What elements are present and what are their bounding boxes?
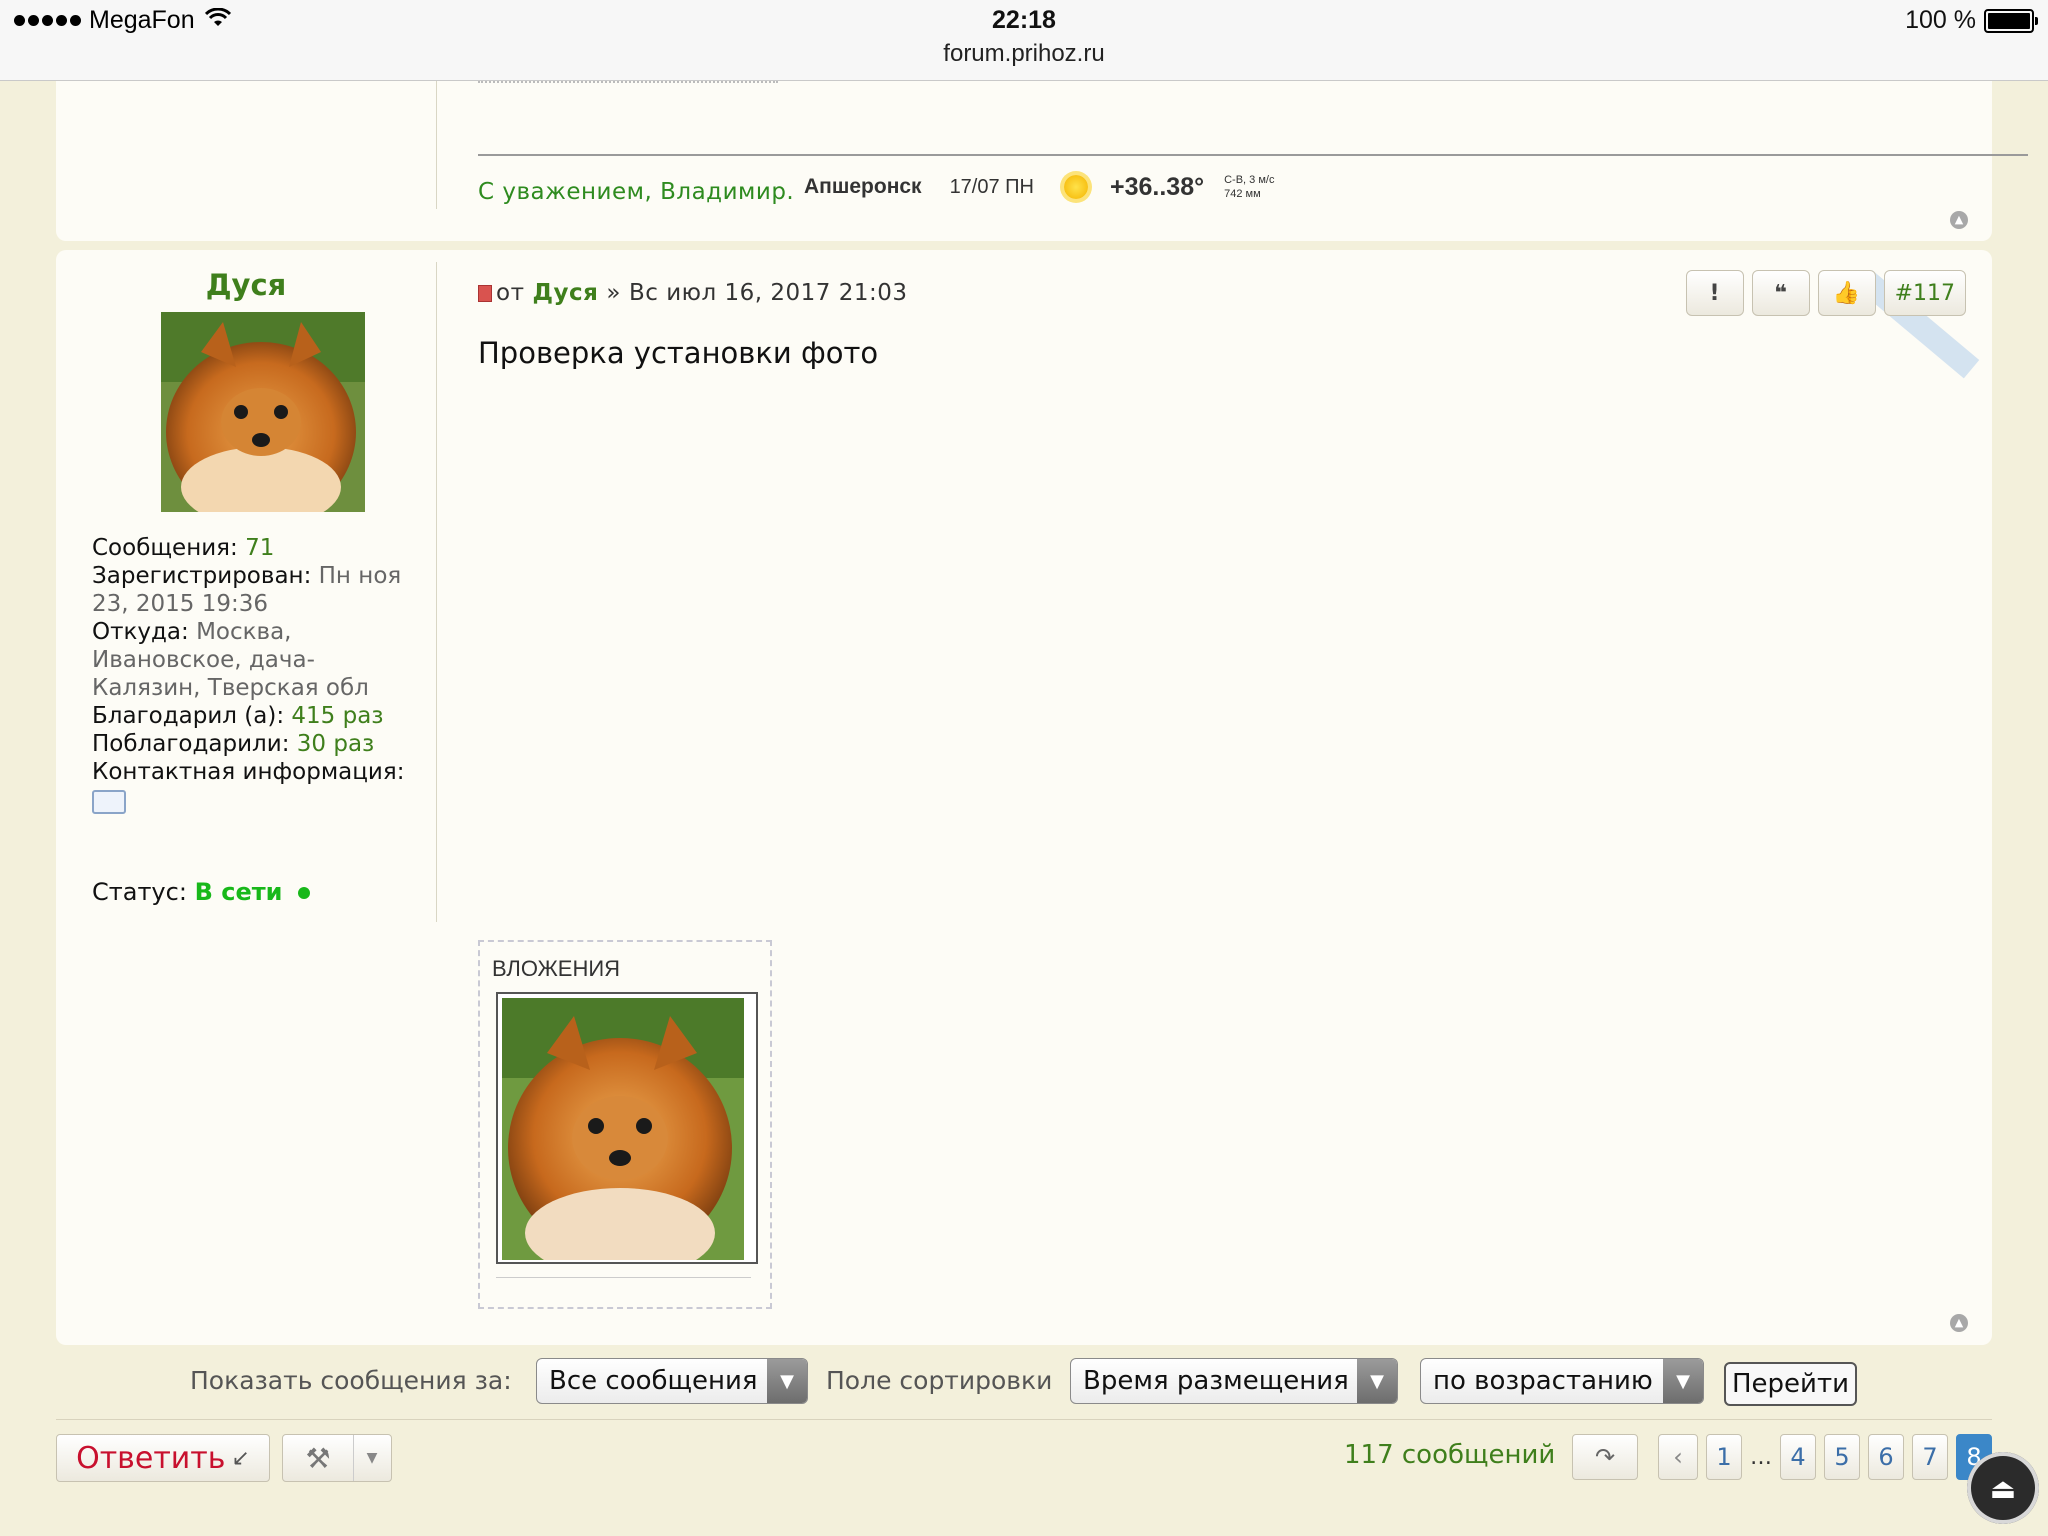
address-bar[interactable]: forum.prihoz.ru [0,40,2048,68]
message-count: 117 сообщений [1344,1440,1556,1470]
online-dot-icon [298,887,311,899]
go-button[interactable]: Перейти [1724,1362,1857,1406]
sun-icon [1064,175,1088,199]
clock: 22:18 [992,6,1056,34]
chevron-down-icon[interactable]: ▼ [353,1435,390,1481]
chevron-down-icon: ▼ [1357,1359,1397,1403]
jump-arrow-icon: ↷ [1594,1443,1616,1471]
reply-button-label: Ответить [76,1440,226,1476]
post-header: от Дуся » Вс июл 16, 2017 21:03 [478,280,908,306]
post-divider [436,81,437,209]
sort-select[interactable]: Время размещения ▼ [1070,1358,1398,1404]
post-buttons: ! ❝ 👍 #117 [1685,270,1966,316]
weather-date: 17/07 ПН [949,175,1034,198]
weather-temp: +36..38° [1110,172,1205,201]
attachments-rule [496,1277,751,1278]
post-author-link[interactable]: Дуся [532,280,598,306]
battery-icon [1984,8,2038,33]
was-thanked-label: Поблагодарили: [92,731,290,757]
was-thanked-value[interactable]: 30 раз [297,731,375,757]
thanked-value[interactable]: 415 раз [291,703,383,729]
post-from: от [496,280,525,306]
signature-dots [478,81,778,89]
post-117: Дуся Сообщения: 71 Зарегистрирован: Пн н… [56,250,1992,1345]
back-to-top-icon[interactable]: ▲ [1950,211,1968,229]
profile-messages: Сообщения: 71 [92,534,422,562]
reply-arrow-icon: ↙ [231,1445,250,1471]
show-select-value: Все сообщения [549,1366,758,1396]
weather-wind: С-В, 3 м/с [1224,174,1275,186]
registered-label: Зарегистрирован: [92,563,312,589]
page-link[interactable]: 1 [1706,1434,1742,1480]
post-number-link[interactable]: #117 [1883,270,1966,316]
back-to-top-icon[interactable]: ▲ [1950,1314,1968,1332]
sort-bar: Показать сообщения за: Все сообщения ▼ П… [0,1358,2048,1410]
chevron-left-icon: ‹ [1673,1443,1683,1471]
chevron-down-icon: ▼ [767,1359,807,1403]
show-label: Показать сообщения за: [190,1366,512,1395]
weather-pressure: 742 мм [1224,188,1261,200]
profile-from: Откуда: Москва, Ивановское, дача-Калязин… [92,618,422,702]
messages-value[interactable]: 71 [245,535,274,561]
order-select[interactable]: по возрастанию ▼ [1420,1358,1704,1404]
wrench-icon: ⚒ [305,1441,331,1475]
status-label: Статус: [92,878,187,906]
author-status: Статус: В сети [92,878,311,906]
weather-details: С-В, 3 м/с 742 мм [1224,173,1274,201]
page-link[interactable]: 4 [1780,1434,1816,1480]
messages-label: Сообщения: [92,535,238,561]
post-divider [436,262,437,922]
tools-button[interactable]: ⚒ ▼ [282,1434,392,1482]
page-link[interactable]: 7 [1912,1434,1948,1480]
post-separator: » [606,280,621,306]
profile-contact: Контактная информация: [92,759,405,785]
thanked-label: Благодарил (а): [92,703,285,729]
profile-thanked: Благодарил (а): 415 раз [92,702,422,730]
page-link[interactable]: 6 [1868,1434,1904,1480]
author-name[interactable]: Дуся [56,268,436,302]
pagination: ↷ ‹ 1 … 4 5 6 7 8 [1572,1434,1992,1480]
like-button[interactable]: 👍 [1817,270,1876,316]
reply-button[interactable]: Ответить ↙ [56,1434,270,1482]
battery-percent: 100 % [1905,6,1976,34]
from-label: Откуда: [92,619,189,645]
quote-button[interactable]: ❝ [1751,270,1810,316]
post-icon[interactable] [478,284,492,302]
status-value: В сети [194,878,283,906]
signature-text: С уважением, Владимир. [478,179,795,205]
weather-informer[interactable]: Апшеронск 17/07 ПН +36..38° С-В, 3 м/с 7… [804,165,1274,209]
scroll-to-top-icon[interactable]: ⏏ [1967,1452,2039,1524]
message-icon[interactable] [92,790,126,814]
sort-label: Поле сортировки [826,1366,1053,1395]
attachment-image[interactable] [496,992,758,1278]
previous-page-button[interactable]: ‹ [1658,1434,1698,1480]
ios-status-bar: MegaFon 22:18 forum.prihoz.ru 100 % [0,0,2048,81]
previous-post: С уважением, Владимир. Апшеронск 17/07 П… [56,81,2028,241]
profile-registered: Зарегистрирован: Пн ноя 23, 2015 19:36 [92,562,422,618]
avatar[interactable] [161,312,365,527]
sort-select-value: Время размещения [1083,1366,1349,1396]
report-button[interactable]: ! [1685,270,1744,316]
post-datetime: Вс июл 16, 2017 21:03 [628,280,908,306]
page-link[interactable]: 5 [1824,1434,1860,1480]
pagination-ellipsis: … [1750,1444,1772,1470]
signature-rule [478,154,2028,156]
status-right: 100 % [1905,6,2038,35]
order-select-value: по возрастанию [1433,1366,1653,1396]
attachments-title: ВЛОЖЕНИЯ [492,956,621,981]
bottom-divider [56,1419,1992,1420]
profile-was-thanked: Поблагодарили: 30 раз [92,730,422,758]
chevron-down-icon: ▼ [1663,1359,1703,1403]
post-body: Проверка установки фото [478,336,879,370]
author-profile: Сообщения: 71 Зарегистрирован: Пн ноя 23… [92,534,422,821]
weather-city: Апшеронск [804,175,922,198]
attachments-box: ВЛОЖЕНИЯ [478,940,772,1309]
jump-to-page-button[interactable]: ↷ [1572,1434,1638,1480]
show-select[interactable]: Все сообщения ▼ [536,1358,808,1404]
